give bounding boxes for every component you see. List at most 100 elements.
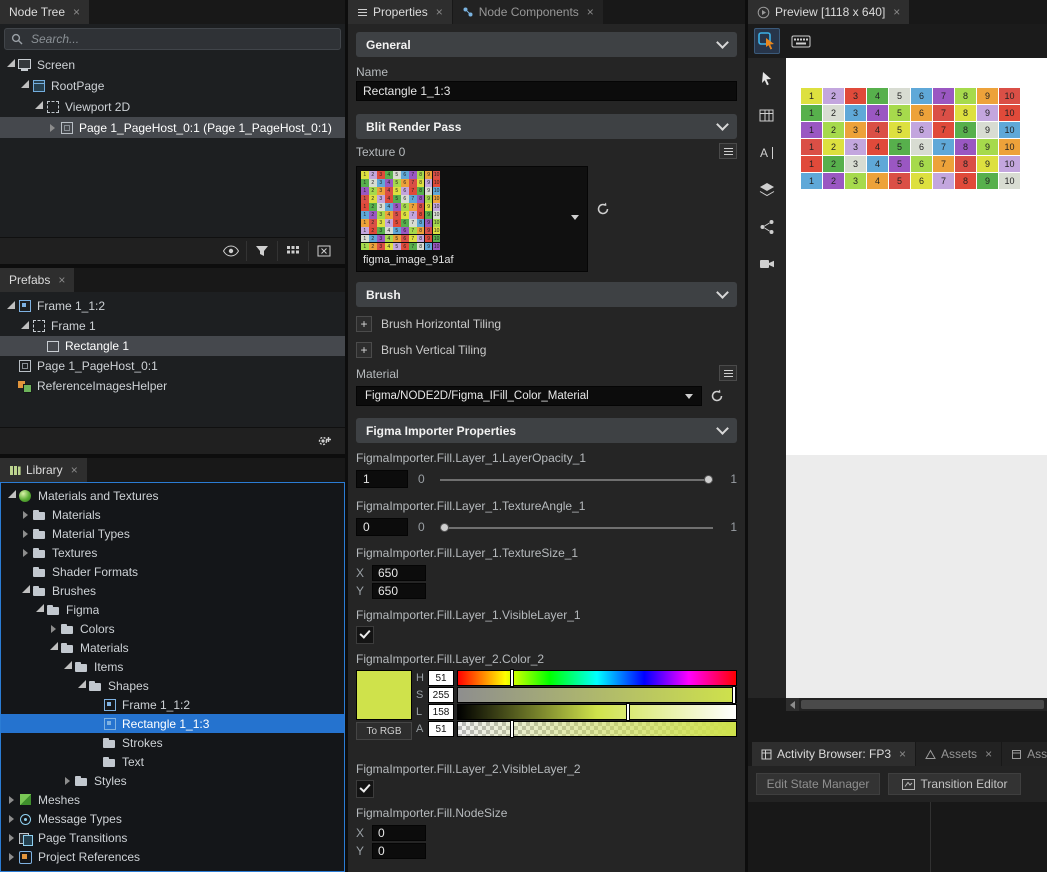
search-input[interactable] <box>29 31 334 47</box>
close-icon[interactable] <box>587 5 594 19</box>
close-icon[interactable] <box>71 463 78 477</box>
color-swatch[interactable] <box>356 670 412 720</box>
layer-opacity-slider-track[interactable] <box>440 479 713 481</box>
tree-item[interactable]: Styles <box>1 771 344 790</box>
grid-view-icon[interactable] <box>277 241 308 261</box>
collapse-arrow-icon[interactable] <box>61 664 74 669</box>
texture-angle-slider-track[interactable] <box>440 527 713 529</box>
material-reset-button[interactable] <box>708 387 726 405</box>
expand-arrow-icon[interactable] <box>19 549 32 557</box>
preview-canvas[interactable]: 1234567891012345678910123456789101234567… <box>786 58 1047 455</box>
grid-tool-icon[interactable] <box>758 107 776 128</box>
tab-node-components[interactable]: Node Components <box>453 0 603 24</box>
node-connections-tool-icon[interactable] <box>758 218 776 239</box>
material-options-button[interactable] <box>719 365 737 381</box>
layers-tool-icon[interactable] <box>758 181 776 202</box>
tree-item[interactable]: Colors <box>1 619 344 638</box>
tree-item[interactable]: Frame 1_1:2 <box>0 296 345 316</box>
scrollbar-thumb[interactable] <box>801 700 1044 709</box>
section-general[interactable]: General <box>356 32 737 57</box>
camera-tool-icon[interactable] <box>758 255 776 276</box>
collapse-arrow-icon[interactable] <box>4 304 17 309</box>
texture-angle-slider-handle[interactable] <box>440 523 449 532</box>
close-icon[interactable] <box>893 5 900 19</box>
add-property-button[interactable] <box>356 316 372 332</box>
texture-options-button[interactable] <box>719 143 737 159</box>
tab-library[interactable]: Library <box>0 458 87 482</box>
collapse-arrow-icon[interactable] <box>75 683 88 688</box>
expand-arrow-icon[interactable] <box>5 815 18 823</box>
tree-item[interactable]: Material Types <box>1 524 344 543</box>
texture-selector[interactable]: 1234567891012345678910123456789101234567… <box>356 166 588 272</box>
texture-reset-button[interactable] <box>594 200 612 218</box>
collapse-arrow-icon[interactable] <box>47 645 60 650</box>
channel-value-L[interactable] <box>428 704 454 720</box>
scroll-left-arrow-icon[interactable] <box>786 698 799 711</box>
keyboard-tool-button[interactable] <box>788 28 814 54</box>
channel-marker[interactable] <box>511 721 513 737</box>
tab-properties[interactable]: Properties <box>348 0 452 24</box>
tree-item[interactable]: Items <box>1 657 344 676</box>
tree-item[interactable]: Figma <box>1 600 344 619</box>
expand-arrow-icon[interactable] <box>5 796 18 804</box>
interaction-tool-button[interactable] <box>754 28 780 54</box>
section-brush[interactable]: Brush <box>356 282 737 307</box>
tree-item[interactable]: Materials <box>1 638 344 657</box>
channel-bar-H[interactable] <box>457 670 737 686</box>
layer-opacity-slider-handle[interactable] <box>704 475 713 484</box>
transition-editor-button[interactable]: Transition Editor <box>888 773 1021 795</box>
layer-opacity-value[interactable] <box>356 470 408 488</box>
collapse-arrow-icon[interactable] <box>18 324 31 329</box>
filter-icon[interactable] <box>246 241 277 261</box>
channel-marker[interactable] <box>627 704 629 720</box>
prefab-settings-gear-plus-icon[interactable] <box>309 431 339 451</box>
tree-item[interactable]: Page Transitions <box>1 828 344 847</box>
tree-item[interactable]: Rectangle 1_1:3 <box>1 714 344 733</box>
material-dropdown[interactable]: Figma/NODE2D/Figma_IFill_Color_Material <box>356 386 702 406</box>
expand-arrow-icon[interactable] <box>47 625 60 633</box>
texture-angle-value[interactable] <box>356 518 408 536</box>
preview-horizontal-scrollbar[interactable] <box>786 698 1047 711</box>
tab-preview[interactable]: Preview [1118 x 640] <box>748 0 909 24</box>
expand-arrow-icon[interactable] <box>46 124 59 132</box>
tree-item[interactable]: Project References <box>1 847 344 866</box>
tree-item[interactable]: Message Types <box>1 809 344 828</box>
tab-asset-clipped[interactable]: Asset <box>1002 742 1047 766</box>
tree-item[interactable]: Brushes <box>1 581 344 600</box>
channel-bar-L[interactable] <box>457 704 737 720</box>
tree-item[interactable]: Frame 1 <box>0 316 345 336</box>
tree-item[interactable]: Screen <box>0 54 345 75</box>
pane-splitter[interactable] <box>930 802 931 872</box>
texture-size-x-input[interactable] <box>372 565 426 581</box>
close-icon[interactable] <box>73 5 80 19</box>
section-figma-importer[interactable]: Figma Importer Properties <box>356 418 737 443</box>
tab-prefabs[interactable]: Prefabs <box>0 268 74 292</box>
edit-state-manager-button[interactable]: Edit State Manager <box>756 773 880 795</box>
collapse-arrow-icon[interactable] <box>33 607 46 612</box>
tree-item[interactable]: Text <box>1 752 344 771</box>
to-rgb-button[interactable]: To RGB <box>356 722 412 740</box>
visible-layer-2-checkbox[interactable] <box>356 780 374 798</box>
preview-canvas-below[interactable] <box>786 455 1047 698</box>
channel-value-A[interactable] <box>428 721 454 737</box>
expand-arrow-icon[interactable] <box>5 853 18 861</box>
node-size-y-input[interactable] <box>372 843 426 859</box>
visibility-eye-icon[interactable] <box>216 241 246 261</box>
channel-bar-A[interactable] <box>457 721 737 737</box>
name-input[interactable] <box>356 81 737 101</box>
tree-item[interactable]: Shapes <box>1 676 344 695</box>
tree-item[interactable]: Shader Formats <box>1 562 344 581</box>
node-size-x-input[interactable] <box>372 825 426 841</box>
tree-item[interactable]: Page 1_PageHost_0:1 <box>0 356 345 376</box>
close-icon[interactable] <box>899 747 906 761</box>
collapse-arrow-icon[interactable] <box>4 62 17 67</box>
tree-item[interactable]: Materials <box>1 505 344 524</box>
channel-marker[interactable] <box>511 670 513 686</box>
channel-value-S[interactable] <box>428 687 454 703</box>
tree-item[interactable]: Materials and Textures <box>1 486 344 505</box>
tree-item[interactable]: Textures <box>1 543 344 562</box>
close-icon[interactable] <box>985 747 992 761</box>
clear-filter-icon[interactable] <box>308 241 339 261</box>
tree-item[interactable]: Strokes <box>1 733 344 752</box>
search-box[interactable] <box>4 28 341 50</box>
